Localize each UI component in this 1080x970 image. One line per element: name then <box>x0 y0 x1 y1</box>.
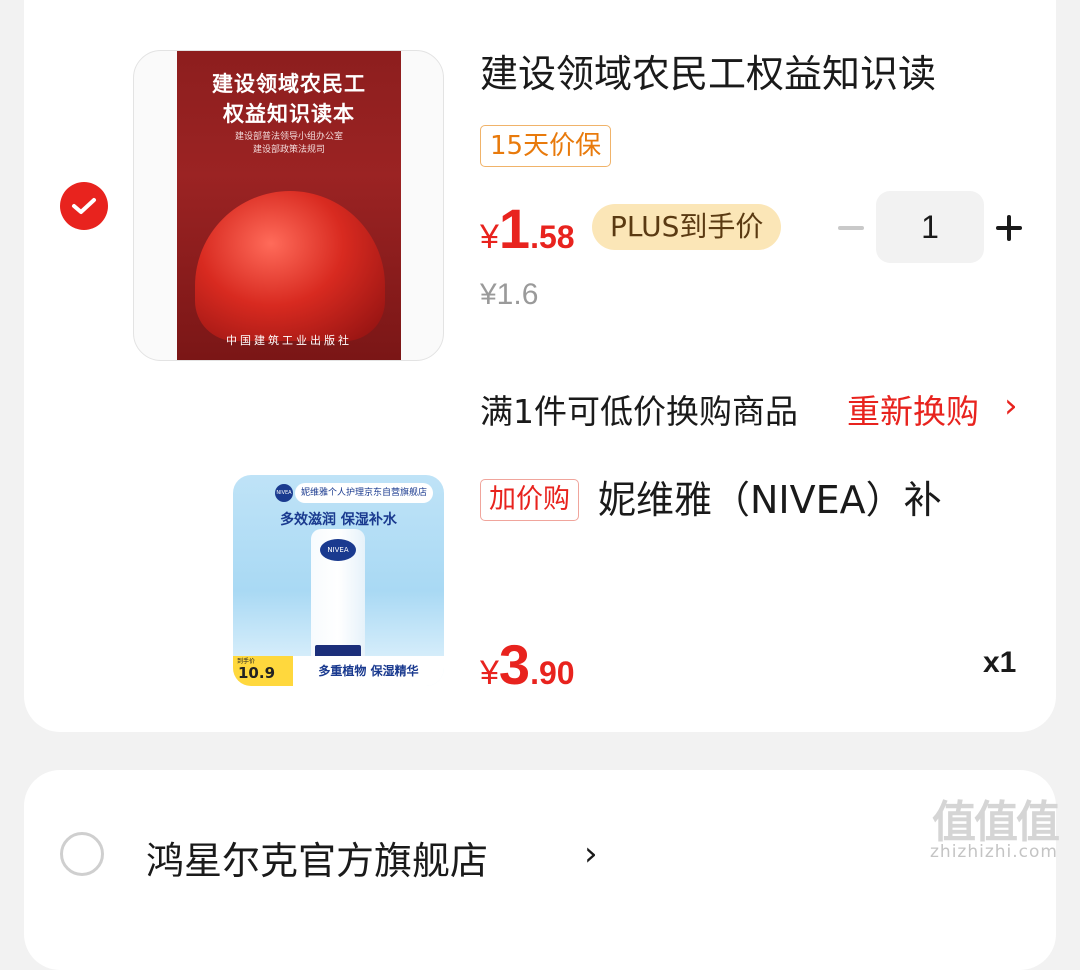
image-price-badge: 到手价 10.9 <box>233 656 293 686</box>
quantity-minus-button[interactable] <box>838 226 864 230</box>
cover-publisher: 中国建筑工业出版社 <box>226 334 352 347</box>
price-protect-tag: 15天价保 <box>480 125 612 167</box>
watermark-logo: 值值值 <box>932 797 1060 848</box>
product-price: ¥1.58 <box>480 196 575 261</box>
watermark: 值值值 zhizhizhi.com <box>928 786 1072 866</box>
plus-price-badge: PLUS到手价 <box>592 204 782 250</box>
image-store-label: 妮维雅个人护理京东自营旗舰店 <box>295 483 434 503</box>
tube-logo-icon: NIVEA <box>320 539 356 561</box>
image-price-value: 10.9 <box>238 664 276 682</box>
cover-sub-line2: 建设部政策法规司 <box>252 145 325 155</box>
quantity-input[interactable]: 1 <box>876 191 984 263</box>
nivea-logo-icon: NIVEA <box>275 484 293 502</box>
price-integer: 3 <box>498 633 531 696</box>
store-checkbox-unchecked[interactable] <box>60 832 104 876</box>
image-bottom-text: 多重植物 保湿精华 <box>293 656 444 686</box>
price-decimal: .90 <box>530 655 575 691</box>
addon-price: ¥3.90 <box>480 632 575 697</box>
chevron-right-icon[interactable]: › <box>584 834 598 874</box>
checkbox-checked-icon[interactable] <box>60 182 108 230</box>
book-cover: 建设领域农民工 权益知识读本 建设部普法领导小组办公室 建设部政策法规司 中国建… <box>177 51 401 360</box>
original-price: ¥1.6 <box>480 278 539 311</box>
price-decimal: .58 <box>530 219 575 255</box>
store-name-link[interactable]: 鸿星尔克官方旗舰店 <box>146 830 488 885</box>
price-symbol: ¥ <box>480 654 499 692</box>
image-slogan: 多效滋润 保湿补水 <box>280 512 397 528</box>
cover-title-line1: 建设领域农民工 <box>212 72 366 96</box>
add-on-purchase-tag: 加价购 <box>480 479 579 521</box>
watermark-domain: zhizhizhi.com <box>930 842 1058 862</box>
exchange-promo-text: 满1件可低价换购商品 <box>480 392 798 431</box>
product-image-book[interactable]: 建设领域农民工 权益知识读本 建设部普法领导小组办公室 建设部政策法规司 中国建… <box>133 50 444 361</box>
product-image-nivea[interactable]: NIVEA 妮维雅个人护理京东自营旗舰店 多效滋润 保湿补水 NIVEA 到手价… <box>233 475 444 686</box>
cover-title-line2: 权益知识读本 <box>223 102 355 126</box>
addon-product-title[interactable]: 妮维雅（NIVEA）补 <box>598 476 1018 524</box>
chevron-right-icon[interactable]: › <box>1004 386 1018 426</box>
quantity-plus-button[interactable] <box>996 215 1022 241</box>
re-exchange-link[interactable]: 重新换购 <box>847 385 979 433</box>
addon-quantity: x1 <box>983 646 1017 679</box>
price-symbol: ¥ <box>480 218 499 256</box>
helmet-illustration <box>195 191 385 341</box>
cover-sub-line1: 建设部普法领导小组办公室 <box>234 132 343 142</box>
price-integer: 1 <box>498 197 531 260</box>
product-title[interactable]: 建设领域农民工权益知识读 <box>480 50 1020 98</box>
